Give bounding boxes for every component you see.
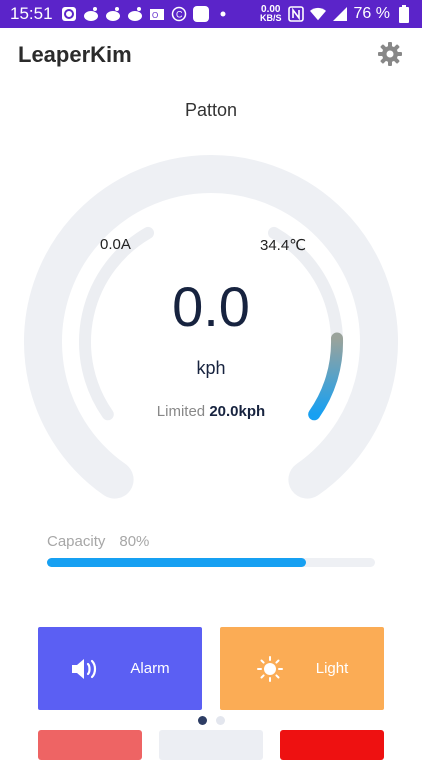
speed-unit: kph	[196, 358, 226, 378]
wifi-icon	[309, 6, 326, 22]
reddit-icon	[83, 6, 99, 22]
page-dot-active[interactable]	[197, 716, 207, 725]
action-card-partial[interactable]	[159, 730, 263, 760]
speed-limit: Limited 20.0kph	[0, 403, 422, 420]
sun-icon	[256, 655, 284, 683]
limited-label: Limited	[156, 403, 206, 420]
action-card-partial[interactable]	[280, 730, 384, 760]
speed-value: 0.0	[172, 275, 250, 338]
reddit-icon	[127, 6, 143, 22]
app-bar: LeaperKim	[0, 28, 422, 82]
network-speed: 0.00 KB/S	[260, 4, 282, 23]
outlook-icon: O	[149, 6, 165, 22]
limited-value: 20.0kph	[209, 403, 266, 420]
nfc-icon	[287, 6, 304, 22]
temperature-reading: 34.4℃	[260, 237, 307, 254]
alarm-label: Alarm	[130, 660, 170, 677]
capacity-title: Capacity	[47, 533, 106, 550]
copyright-icon: C	[171, 6, 187, 22]
action-card-partial[interactable]	[38, 730, 142, 760]
notification-icons: O C	[61, 6, 260, 22]
capacity-bar-fill	[47, 558, 307, 567]
app-square-icon	[192, 6, 209, 22]
page-dot[interactable]	[215, 716, 225, 725]
battery-percent: 76 %	[353, 5, 390, 22]
status-time: 15:51	[10, 4, 53, 23]
light-label: Light	[315, 660, 349, 677]
dot-icon	[215, 6, 231, 22]
cell-signal-icon	[332, 6, 348, 22]
page-indicator	[0, 716, 422, 725]
capacity-value: 80%	[119, 533, 150, 550]
capacity-bar	[47, 558, 375, 567]
battery-icon	[396, 5, 412, 23]
alarm-button[interactable]: Alarm	[38, 627, 202, 710]
gear-icon[interactable]	[376, 40, 404, 68]
light-button[interactable]: Light	[220, 627, 384, 710]
speaker-icon	[70, 657, 98, 681]
status-bar: 15:51 O C 0.00 KB/S 76 %	[0, 0, 422, 28]
current-reading: 0.0A	[100, 236, 131, 253]
svg-text:C: C	[176, 10, 183, 20]
capacity-label: Capacity 80%	[47, 533, 149, 550]
reddit-icon	[105, 6, 121, 22]
app-notification-icon	[61, 6, 77, 22]
device-name: Patton	[184, 100, 238, 120]
svg-text:O: O	[152, 11, 158, 20]
app-title: LeaperKim	[18, 42, 132, 67]
